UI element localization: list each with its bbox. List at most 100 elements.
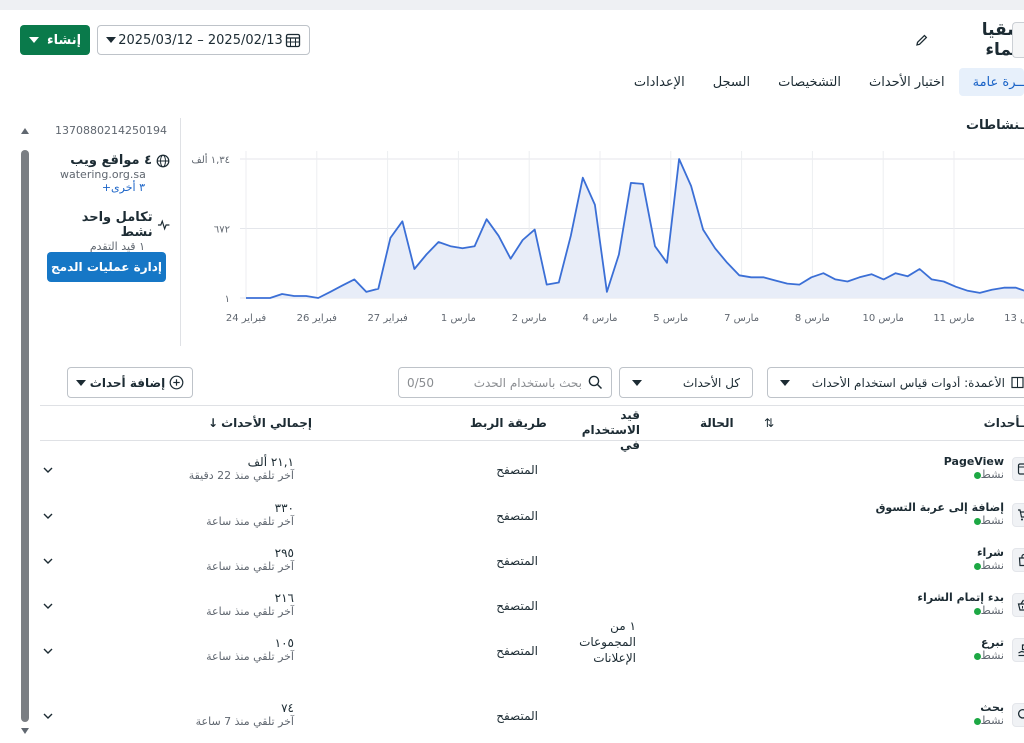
table-row[interactable]: بحث نشط المتصفح ٧٤ آخر تلقي منذ 7 ساعة [40,697,1024,737]
x-tick-label: مارس 13 [1004,313,1024,324]
method-cell: المتصفح [496,644,538,658]
total-value: ٢١٦ [274,591,294,605]
event-name[interactable]: تبرع [971,636,1004,649]
total-cell: ٢٩٥ آخر تلقي منذ ساعة [150,546,294,573]
total-cell: ١٠٥ آخر تلقي منذ ساعة [150,636,294,663]
col-total[interactable]: ↓ إجمالي الأحداث [208,416,312,430]
chevron-down-icon [780,379,790,386]
more-websites-link[interactable]: +٣ أخرى [60,181,145,194]
tab-history[interactable]: السجل [699,68,764,96]
event-name[interactable]: شراء [971,546,1004,559]
tab-settings[interactable]: الإعدادات [620,68,699,96]
event-status: نشط [980,604,1004,617]
event-status-cell: نشط [971,559,1004,572]
col-event[interactable]: ـأحداث [984,416,1024,430]
integration-block: تكامل واحد نشط ١ قيد التقدم [50,210,170,253]
last-received: آخر تلقي منذ ساعة [206,515,294,528]
event-name[interactable]: PageView [944,455,1004,468]
add-events-button[interactable]: إضافة أحداث [67,367,193,398]
col-used-in[interactable]: قيد الاستخدام في [568,408,640,453]
table-row[interactable]: PageView نشط المتصفح ٢١,١ ألف آخر تلقي م… [40,451,1024,491]
columns-icon [1011,376,1024,389]
event-name[interactable]: بدء إتمام الشراء [917,591,1004,604]
used-in-cell: ١ من المجموعات الإعلانات [579,619,636,665]
websites-block: ٤ مواقع ويب watering.org.sa +٣ أخرى [60,153,170,194]
chevron-down-icon[interactable] [43,556,53,566]
x-tick-label: مارس 2 [512,313,547,324]
activity-chart: ١,٣٤ ألف ٦٧٢ ١ فبراير 24 فبراير 26 فبراير 27 م… [191,151,1024,324]
event-status-cell: نشط [917,604,1004,617]
x-tick-label: مارس 7 [724,313,759,324]
chevron-down-icon[interactable] [43,511,53,521]
event-status: نشط [980,714,1004,727]
columns-select[interactable]: الأعمدة: أدوات قياس استخدام الأحداث [767,367,1024,398]
x-tick-label: مارس 10 [863,313,904,324]
event-name-cell: إضافة إلى عربة التسوق نشط [876,501,1004,527]
tab-overview[interactable]: ــرة عامة [958,68,1024,96]
y-tick-label: ١ [225,294,230,305]
table-row[interactable]: إضافة إلى عربة التسوق نشط المتصفح ٣٣٠ آخ… [40,497,1024,537]
chevron-down-icon[interactable] [43,646,53,656]
scrollbar[interactable] [21,150,29,722]
col-total-label: إجمالي الأحداث [221,416,312,430]
status-dot [973,652,981,660]
event-status: نشط [980,468,1004,481]
tab-diagnostics[interactable]: التشخيصات [764,68,855,96]
total-cell: ٧٤ آخر تلقي منذ 7 ساعة [150,701,294,728]
scroll-up-icon[interactable] [21,128,29,134]
total-value: ١٠٥ [274,636,294,650]
last-received: آخر تلقي منذ ساعة [206,650,294,663]
manage-integrations-button[interactable]: إدارة عمليات الدمج [47,252,166,282]
page-header: سقيا الماء [915,20,1024,60]
chevron-down-icon [76,379,86,386]
events-filter-select[interactable]: كل الأحداث [619,367,753,398]
table-row[interactable]: بدء إتمام الشراء نشط المتصفح ٢١٦ آخر تلق… [40,587,1024,627]
method-cell: المتصفح [496,554,538,568]
last-received: آخر تلقي منذ 22 دقيقة [188,469,294,482]
sort-down-icon: ↓ [208,416,219,430]
col-method[interactable]: طريقة الربط [470,416,547,430]
event-name-cell: تبرع نشط [971,636,1004,662]
y-tick-label: ٦٧٢ [214,225,230,236]
panel-edge [1012,22,1024,58]
cart-icon [1012,503,1024,527]
tab-bar: ــرة عامة اختبار الأحداث التشخيصات السجل… [620,68,1024,96]
x-tick-label: فبراير 24 [226,313,267,324]
event-name[interactable]: إضافة إلى عربة التسوق [876,501,1004,514]
add-events-label: إضافة أحداث [89,375,166,390]
status-dot [973,517,981,525]
last-received: آخر تلقي منذ ساعة [206,560,294,573]
status-dot [973,562,981,570]
table-row[interactable]: تبرع نشط ١ من المجموعات الإعلانات المتصف… [40,619,1024,672]
total-cell: ٣٣٠ آخر تلقي منذ ساعة [150,501,294,528]
sort-icon[interactable]: ⇅ [764,416,774,430]
event-name[interactable]: بحث [971,701,1004,714]
event-status-cell: نشط [944,468,1004,481]
total-value: ٢١,١ ألف [247,455,294,469]
col-status[interactable]: الحالة [700,416,734,430]
create-button[interactable]: إنشاء [20,25,90,55]
event-status-cell: نشط [971,714,1004,727]
scroll-down-icon[interactable] [21,728,29,734]
event-search-input[interactable]: 0/50 بحث باستخدام الحدث [398,367,612,398]
chevron-down-icon[interactable] [43,465,53,475]
chevron-down-icon [28,37,39,43]
date-range-picker[interactable]: 2025/03/12 – 2025/02/13 [97,25,310,55]
x-tick-label: مارس 1 [441,313,476,324]
columns-label: الأعمدة: أدوات قياس استخدام الأحداث [811,375,1005,390]
total-value: ٧٤ [281,701,294,715]
pencil-icon[interactable] [915,33,929,47]
chevron-down-icon[interactable] [43,711,53,721]
search-icon [1012,703,1024,727]
event-name-cell: بدء إتمام الشراء نشط [917,591,1004,617]
tab-test-events[interactable]: اختبار الأحداث [855,68,959,96]
table-row[interactable]: شراء نشط المتصفح ٢٩٥ آخر تلقي منذ ساعة [40,542,1024,582]
basket-icon [1012,593,1024,617]
chevron-down-icon [632,379,642,386]
event-status: نشط [980,559,1004,572]
last-received: آخر تلقي منذ ساعة [206,605,294,618]
date-range-text: 2025/03/12 – 2025/02/13 [118,32,283,48]
x-tick-label: مارس 5 [653,313,688,324]
events-filter-value: كل الأحداث [682,375,740,390]
chevron-down-icon[interactable] [43,601,53,611]
